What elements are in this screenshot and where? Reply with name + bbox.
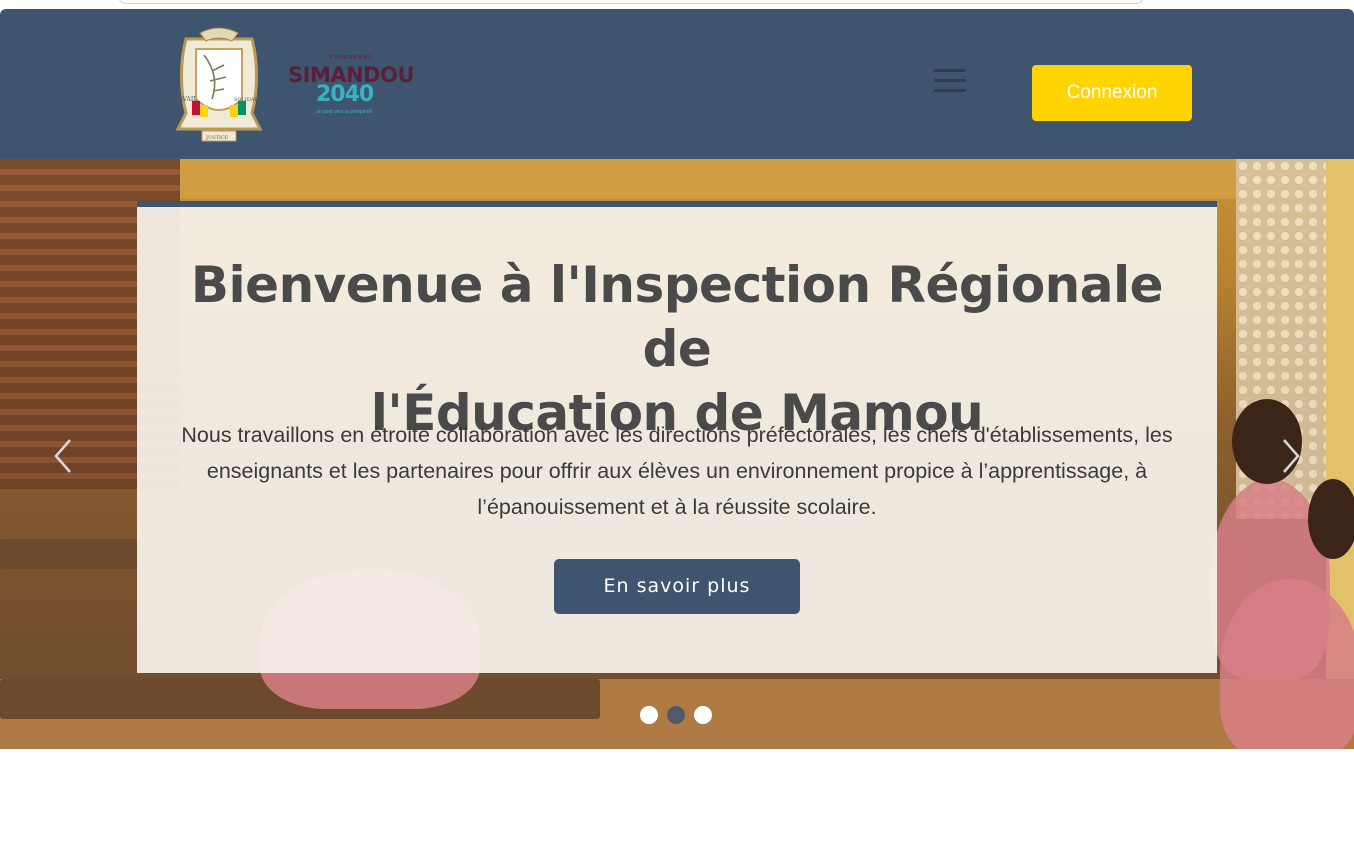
motto-right: SOLIDARITÉ [234,95,268,103]
hero-caption-card: Bienvenue à l'Inspection Régionale de l'… [137,201,1217,673]
chevron-right-icon [1283,439,1300,473]
logo-year: 2040 [316,82,374,107]
hero-photo-desk [0,539,140,569]
hero-title-line1: Bienvenue à l'Inspection Régionale de [190,256,1164,378]
browser-strip [0,0,1354,9]
hero-photo-ceiling [0,159,1354,199]
learn-more-button[interactable]: En savoir plus [554,559,800,614]
carousel-indicator-2-active[interactable] [667,706,685,724]
hero-photo-student [1220,579,1354,749]
navbar: TRAVAIL JUSTICE SOLIDARITÉ PROGRAMME SIM… [0,9,1354,159]
login-button[interactable]: Connexion [1032,65,1192,121]
address-bar-edge[interactable] [118,0,1144,4]
motto-center: JUSTICE [205,135,229,141]
hero-photo-student-head [1308,479,1354,559]
menu-bar [934,89,966,92]
carousel-indicator-3[interactable] [694,706,712,724]
carousel-indicator-1[interactable] [640,706,658,724]
hero-description: Nous travaillons en étroite collaboratio… [181,423,1173,519]
carousel-indicators [640,706,720,726]
simandou-2040-logo[interactable]: PROGRAMME SIMANDOU 2040 un pont vers la … [286,55,415,119]
chevron-left-icon [54,439,71,473]
carousel-prev-button[interactable] [48,436,78,476]
motto-left: TRAVAIL [170,96,197,103]
logo-tagline: un pont vers la prospérité [316,109,373,115]
hamburger-menu-icon[interactable] [934,66,968,96]
menu-bar [934,69,966,72]
menu-bar [934,79,966,82]
guinea-coat-of-arms-icon[interactable]: TRAVAIL JUSTICE SOLIDARITÉ [166,21,272,147]
carousel-next-button[interactable] [1276,436,1306,476]
logo-small-text: PROGRAMME [330,55,373,61]
